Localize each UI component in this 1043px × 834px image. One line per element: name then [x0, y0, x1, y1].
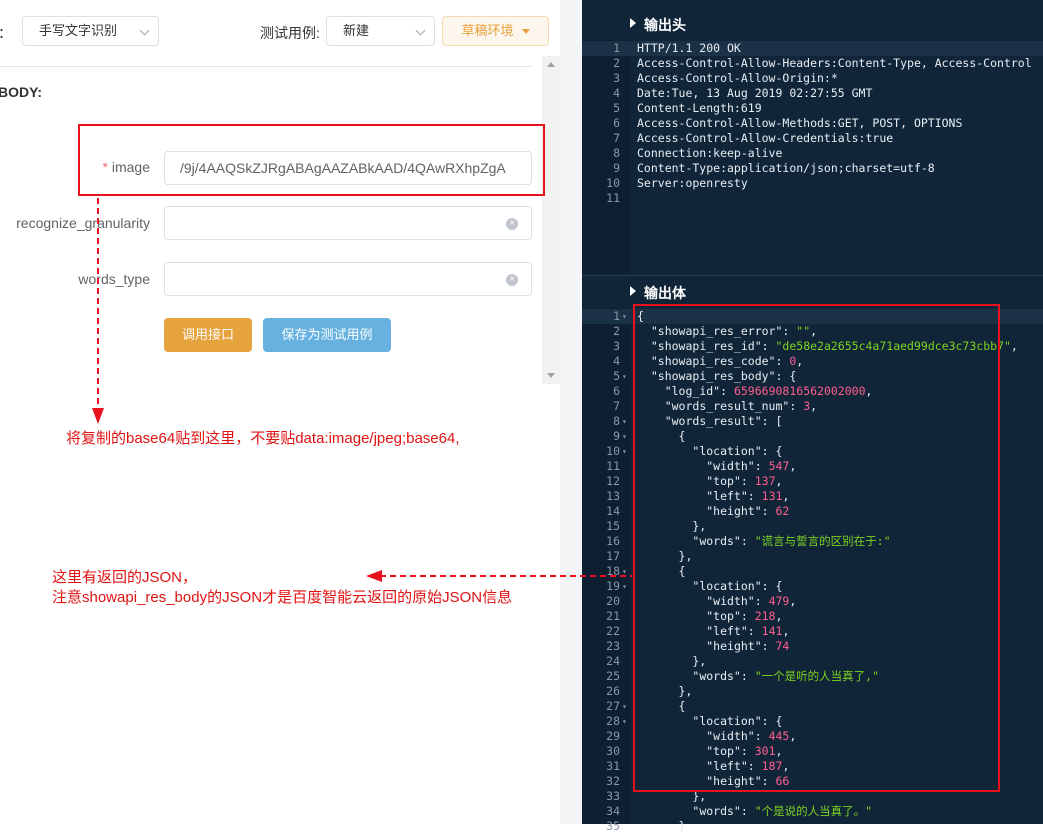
annotation-note-base64: 将复制的base64贴到这里，不要贴data:image/jpeg;base64…: [66, 430, 460, 447]
annotation-note-json-line1: 这里有返回的JSON，: [52, 569, 198, 586]
annotation-arrows: [92, 198, 632, 582]
annotation-note-json-line2: 注意showapi_res_body的JSON才是百度智能云返回的原始JSON信…: [52, 589, 513, 606]
